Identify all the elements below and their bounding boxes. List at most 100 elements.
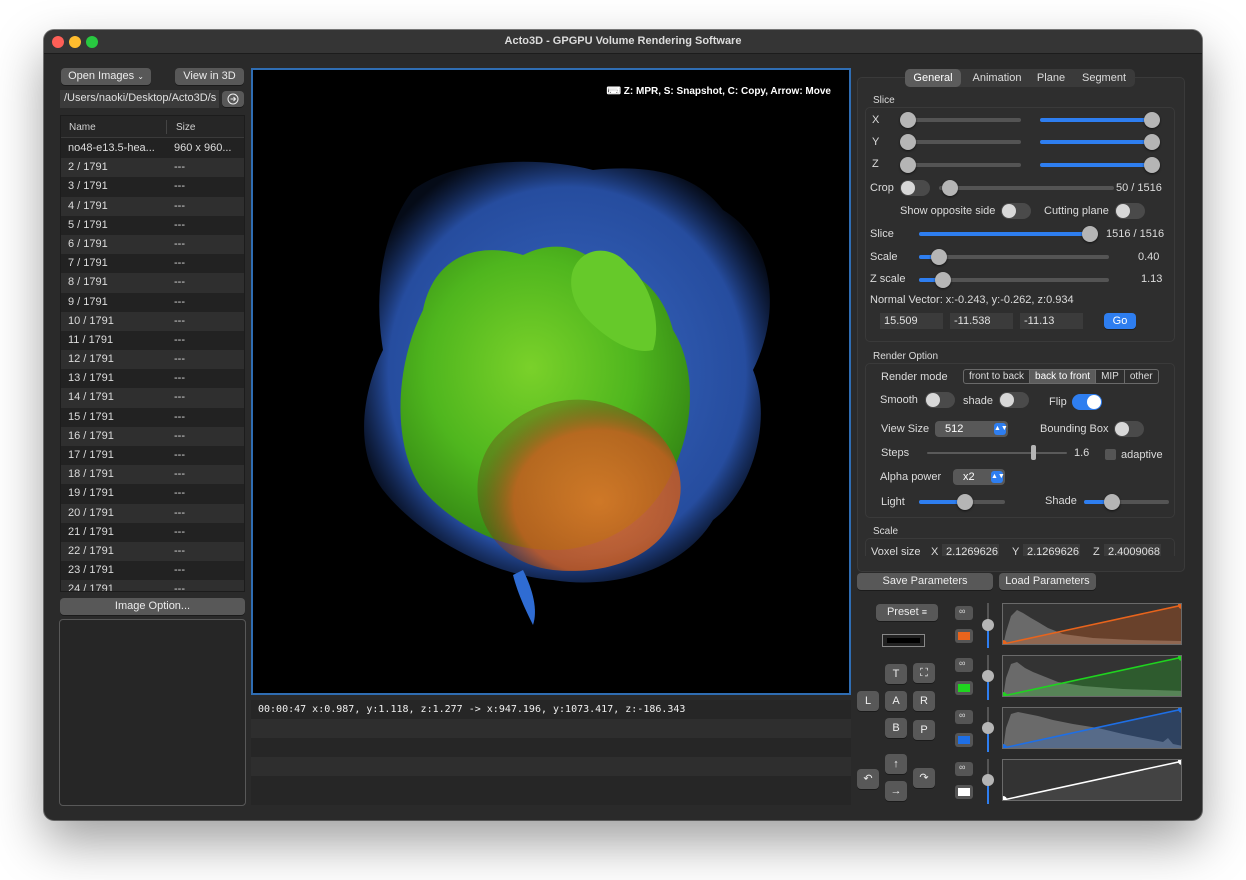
- x-max-track[interactable]: [1040, 118, 1153, 122]
- x-min-track[interactable]: [908, 118, 1021, 122]
- adaptive-checkbox[interactable]: [1105, 449, 1116, 460]
- flip-toggle[interactable]: [1072, 394, 1102, 410]
- go-path-button[interactable]: [222, 91, 244, 107]
- y-max-track[interactable]: [1040, 140, 1153, 144]
- save-parameters-button[interactable]: Save Parameters: [857, 573, 993, 590]
- file-list-row[interactable]: 14 / 1791 ---: [61, 388, 244, 408]
- tab-animation[interactable]: Animation: [965, 69, 1029, 87]
- y-max-knob[interactable]: [1144, 134, 1160, 150]
- file-list-row[interactable]: 16 / 1791 ---: [61, 426, 244, 446]
- view-bottom-button[interactable]: B: [885, 718, 907, 738]
- file-list-row[interactable]: 17 / 1791 ---: [61, 446, 244, 465]
- view-top-button[interactable]: T: [885, 664, 907, 684]
- x-min-knob[interactable]: [900, 112, 916, 128]
- file-list-row[interactable]: 10 / 1791 ---: [61, 311, 244, 331]
- file-list-row[interactable]: 22 / 1791 ---: [61, 541, 244, 562]
- size-column-header[interactable]: Size: [176, 122, 195, 133]
- y-min-track[interactable]: [908, 140, 1021, 144]
- cutting-plane-toggle[interactable]: [1115, 203, 1145, 219]
- link-channel-3-button[interactable]: ∞: [955, 710, 973, 724]
- mode-other[interactable]: other: [1125, 370, 1158, 383]
- file-list-row[interactable]: 15 / 1791 ---: [61, 408, 244, 427]
- voxel-x-field[interactable]: 2.1269626: [942, 544, 999, 556]
- file-list[interactable]: Name Size no48-e13.5-hea... 960 x 960... 2…: [60, 115, 245, 592]
- mode-back-to-front[interactable]: back to front: [1030, 370, 1097, 383]
- tab-segment[interactable]: Segment: [1075, 69, 1133, 87]
- view-anterior-button[interactable]: A: [885, 691, 907, 711]
- channel-4-color-button[interactable]: [955, 785, 973, 799]
- preset-button[interactable]: Preset ≡: [876, 604, 938, 621]
- zscale-knob[interactable]: [935, 272, 951, 288]
- open-images-button[interactable]: Open Images ⌄: [61, 68, 151, 85]
- mode-mip[interactable]: MIP: [1096, 370, 1125, 383]
- rotate-right-button[interactable]: ↷: [913, 768, 935, 788]
- slice-track[interactable]: [919, 232, 1094, 236]
- normal-x-field[interactable]: 15.509: [880, 313, 943, 329]
- channel-3-color-button[interactable]: [955, 733, 973, 747]
- z-max-track[interactable]: [1040, 163, 1153, 167]
- file-list-row[interactable]: 24 / 1791 ---: [61, 580, 244, 591]
- channel-2-vslider-knob[interactable]: [982, 670, 994, 682]
- smooth-toggle[interactable]: [925, 392, 955, 408]
- file-list-row[interactable]: 8 / 1791 ---: [61, 273, 244, 293]
- link-channel-4-button[interactable]: ∞: [955, 762, 973, 776]
- file-list-row[interactable]: 4 / 1791 ---: [61, 196, 244, 216]
- shade-slider-knob[interactable]: [1104, 494, 1120, 510]
- fit-view-button[interactable]: ⛶: [913, 663, 935, 683]
- channel-3-vslider-knob[interactable]: [982, 722, 994, 734]
- link-channel-2-button[interactable]: ∞: [955, 658, 973, 672]
- light-knob[interactable]: [957, 494, 973, 510]
- channel-4-transfer-function[interactable]: [1002, 759, 1182, 801]
- image-option-button[interactable]: Image Option...: [60, 598, 245, 615]
- mode-front-to-back[interactable]: front to back: [964, 370, 1031, 383]
- file-list-row[interactable]: 13 / 1791 ---: [61, 369, 244, 388]
- voxel-z-field[interactable]: 2.4009068: [1104, 544, 1161, 556]
- crop-track[interactable]: [939, 186, 1114, 190]
- z-min-track[interactable]: [908, 163, 1021, 167]
- z-max-knob[interactable]: [1144, 157, 1160, 173]
- channel-1-transfer-function[interactable]: [1002, 603, 1182, 645]
- channel-1-vslider-knob[interactable]: [982, 619, 994, 631]
- file-list-row[interactable]: 11 / 1791 ---: [61, 331, 244, 350]
- file-list-row[interactable]: 18 / 1791 ---: [61, 465, 244, 485]
- view-in-3d-button[interactable]: View in 3D: [175, 68, 244, 85]
- tab-general[interactable]: General: [905, 69, 961, 87]
- color-well[interactable]: [882, 634, 925, 647]
- move-up-button[interactable]: ↑: [885, 754, 907, 774]
- normal-y-field[interactable]: -11.538: [950, 313, 1013, 329]
- channel-2-transfer-function[interactable]: [1002, 655, 1182, 697]
- file-list-row[interactable]: 21 / 1791 ---: [61, 523, 244, 542]
- channel-4-vslider-knob[interactable]: [982, 774, 994, 786]
- file-list-row[interactable]: 23 / 1791 ---: [61, 561, 244, 580]
- steps-track[interactable]: [927, 452, 1067, 454]
- link-channel-1-button[interactable]: ∞: [955, 606, 973, 620]
- shade-toggle[interactable]: [999, 392, 1029, 408]
- view-size-popup[interactable]: 512 ▲▼: [935, 421, 1008, 437]
- go-button[interactable]: Go: [1104, 313, 1136, 329]
- crop-knob[interactable]: [942, 180, 958, 196]
- file-list-row[interactable]: 6 / 1791 ---: [61, 234, 244, 255]
- file-list-row[interactable]: 5 / 1791 ---: [61, 216, 244, 235]
- file-list-row[interactable]: 9 / 1791 ---: [61, 293, 244, 312]
- view-posterior-button[interactable]: P: [913, 720, 935, 740]
- bounding-box-toggle[interactable]: [1114, 421, 1144, 437]
- z-min-knob[interactable]: [900, 157, 916, 173]
- file-list-row[interactable]: 20 / 1791 ---: [61, 503, 244, 523]
- file-list-row[interactable]: 2 / 1791 ---: [61, 158, 244, 178]
- file-list-row[interactable]: 19 / 1791 ---: [61, 484, 244, 503]
- render-viewport[interactable]: ⌨ Z: MPR, S: Snapshot, C: Copy, Arrow: M…: [251, 68, 851, 695]
- channel-3-transfer-function[interactable]: [1002, 707, 1182, 749]
- voxel-y-field[interactable]: 2.1269626: [1023, 544, 1080, 556]
- scale-knob[interactable]: [931, 249, 947, 265]
- load-parameters-button[interactable]: Load Parameters: [999, 573, 1096, 590]
- move-right-button[interactable]: →: [885, 781, 907, 801]
- file-list-row[interactable]: no48-e13.5-hea... 960 x 960...: [61, 139, 244, 158]
- scale-track[interactable]: [919, 255, 1109, 259]
- path-field[interactable]: /Users/naoki/Desktop/Acto3D/s: [60, 90, 219, 108]
- alpha-power-popup[interactable]: x2 ▲▼: [953, 469, 1005, 485]
- y-min-knob[interactable]: [900, 134, 916, 150]
- channel-2-color-button[interactable]: [955, 681, 973, 695]
- normal-z-field[interactable]: -11.13: [1020, 313, 1083, 329]
- slice-knob[interactable]: [1082, 226, 1098, 242]
- file-list-row[interactable]: 7 / 1791 ---: [61, 254, 244, 273]
